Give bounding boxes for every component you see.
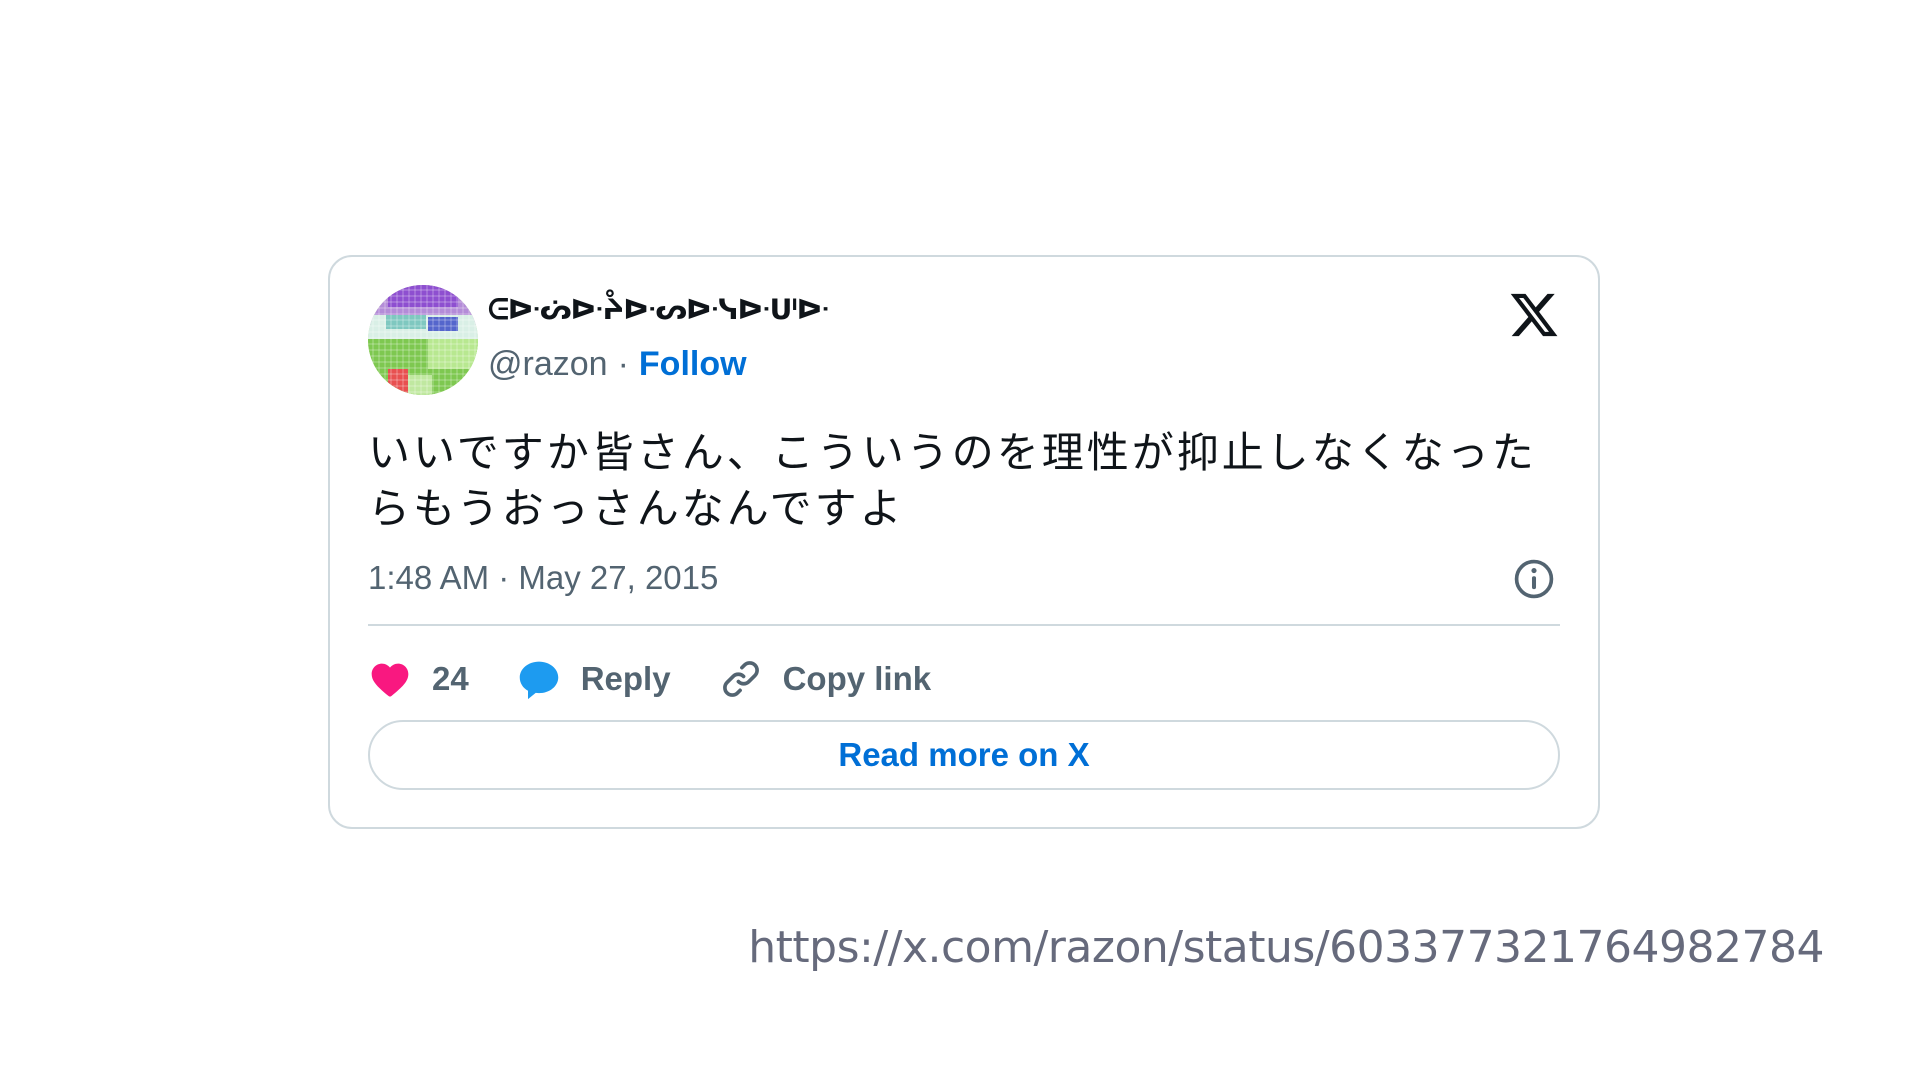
tweet-text: いいですか皆さん、こういうのを理性が抑止しなくなったらもうおっさんなんですよ	[368, 428, 1537, 533]
tweet-actions: 24 Reply Copy link	[368, 649, 979, 709]
follow-button[interactable]: Follow	[639, 345, 747, 383]
display-name[interactable]: ᕮᐅᐧᔖᐅᐧᔧᐅᐧᔕᐅᐧᓭᐅᐧᑧᐅᐧ	[488, 293, 830, 327]
divider	[368, 624, 1560, 626]
info-icon[interactable]	[1512, 557, 1556, 601]
tweet-url-caption: https://x.com/razon/status/6033773217649…	[748, 922, 1824, 973]
reply-button[interactable]: Reply	[517, 657, 671, 701]
read-more-button[interactable]: Read more on X	[368, 720, 1560, 790]
avatar-pixel-art	[368, 285, 478, 395]
speech-bubble-icon	[519, 661, 558, 700]
user-handle[interactable]: @razon	[488, 345, 608, 383]
copy-link-label: Copy link	[782, 660, 932, 697]
tweet-embed-card: ᕮᐅᐧᔖᐅᐧᔧᐅᐧᔕᐅᐧᓭᐅᐧᑧᐅᐧ @razon · Follow いいですか皆さ…	[328, 255, 1600, 829]
copy-link-button[interactable]: Copy link	[719, 657, 932, 701]
reply-label: Reply	[580, 660, 671, 697]
avatar[interactable]	[368, 285, 478, 395]
like-button[interactable]: 24	[368, 657, 469, 701]
tweet-timestamp[interactable]: 1:48 AM · May 27, 2015	[368, 559, 718, 597]
link-icon	[722, 661, 759, 697]
x-logo-icon[interactable]	[1508, 289, 1560, 341]
handle-row: @razon · Follow	[488, 345, 747, 384]
heart-icon	[371, 663, 409, 697]
embed-stage: ᕮᐅᐧᔖᐅᐧᔧᐅᐧᔕᐅᐧᓭᐅᐧᑧᐅᐧ @razon · Follow いいですか皆さ…	[0, 0, 1920, 1080]
like-count: 24	[432, 660, 469, 697]
separator-dot: ·	[617, 345, 629, 383]
